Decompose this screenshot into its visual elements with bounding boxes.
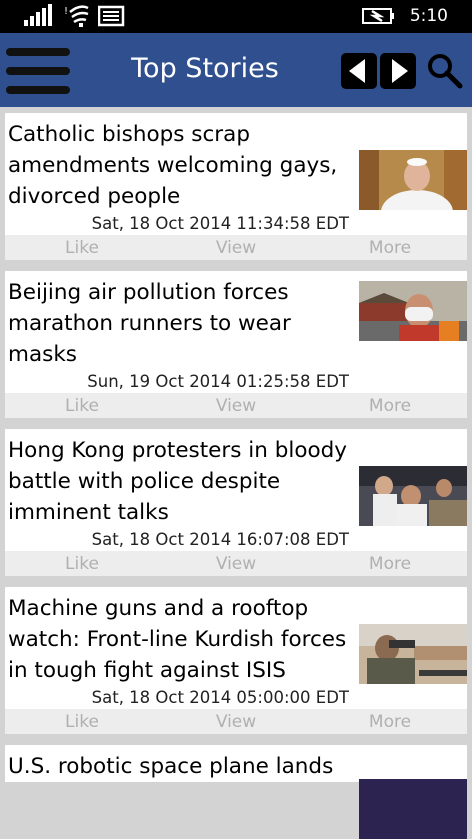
view-button[interactable]: View [159, 238, 313, 258]
svg-text:!: ! [64, 6, 68, 17]
wifi-icon: ! [64, 5, 89, 27]
status-bar: ! 5:10 [0, 0, 472, 33]
like-button[interactable]: Like [5, 554, 159, 574]
story-list: Catholic bishops scrap amendments welcom… [5, 113, 467, 839]
story-headline[interactable]: Machine guns and a rooftop watch: Front-… [5, 587, 358, 686]
story-card: Hong Kong protesters in bloody battle wi… [5, 429, 467, 576]
story-thumbnail-image[interactable] [359, 281, 467, 341]
story-card: Beijing air pollution forces marathon ru… [5, 271, 467, 418]
battery-charging-icon [362, 8, 394, 24]
story-date: Sat, 18 Oct 2014 11:34:58 EDT [91, 214, 349, 233]
story-card: Machine guns and a rooftop watch: Front-… [5, 587, 467, 734]
story-actions: Like View More [5, 551, 467, 576]
story-actions: Like View More [5, 235, 467, 260]
app-header: Top Stories [0, 33, 472, 107]
story-headline[interactable]: Catholic bishops scrap amendments welcom… [5, 113, 348, 212]
story-headline[interactable]: Hong Kong protesters in bloody battle wi… [5, 429, 358, 528]
story-date: Sat, 18 Oct 2014 16:07:08 EDT [91, 530, 349, 549]
view-button[interactable]: View [159, 554, 313, 574]
message-icon [98, 5, 125, 27]
page-title: Top Stories [131, 53, 279, 84]
story-thumbnail-image[interactable] [359, 624, 467, 684]
story-date: Sun, 19 Oct 2014 01:25:58 EDT [87, 372, 349, 391]
more-button[interactable]: More [313, 396, 467, 416]
arrow-left-icon[interactable] [341, 53, 377, 89]
story-card: U.S. robotic space plane lands [5, 745, 467, 839]
story-headline[interactable]: Beijing air pollution forces marathon ru… [5, 271, 363, 370]
story-actions: Like View More [5, 393, 467, 418]
clock-time: 5:10 [409, 6, 448, 26]
view-button[interactable]: View [159, 712, 313, 732]
arrow-right-icon[interactable] [380, 53, 416, 89]
story-thumbnail-image[interactable] [359, 150, 467, 210]
like-button[interactable]: Like [5, 238, 159, 258]
story-date: Sat, 18 Oct 2014 05:00:00 EDT [91, 688, 349, 707]
like-button[interactable]: Like [5, 396, 159, 416]
story-card: Catholic bishops scrap amendments welcom… [5, 113, 467, 260]
search-icon[interactable] [425, 51, 465, 91]
more-button[interactable]: More [313, 238, 467, 258]
story-actions: Like View More [5, 709, 467, 734]
more-button[interactable]: More [313, 554, 467, 574]
story-thumbnail-image[interactable] [359, 779, 467, 839]
story-headline[interactable]: U.S. robotic space plane lands [5, 745, 358, 782]
more-button[interactable]: More [313, 712, 467, 732]
signal-bars-icon [24, 4, 52, 26]
hamburger-menu-icon[interactable] [6, 46, 70, 96]
story-thumbnail-image[interactable] [359, 466, 467, 526]
like-button[interactable]: Like [5, 712, 159, 732]
view-button[interactable]: View [159, 396, 313, 416]
